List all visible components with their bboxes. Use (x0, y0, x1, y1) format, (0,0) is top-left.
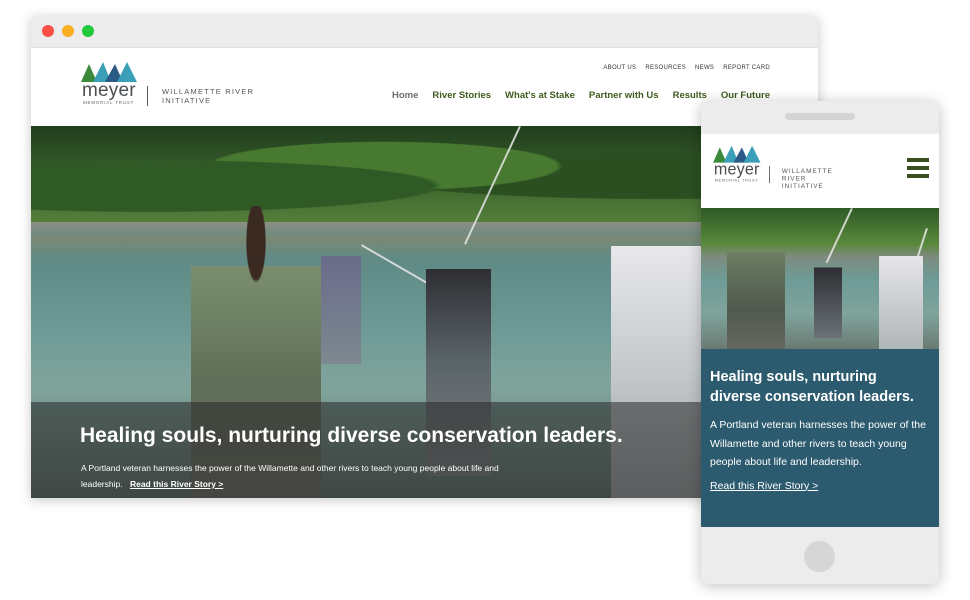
hero-person-figure (727, 238, 785, 349)
logo-initiative-label: WILLAMETTE RIVER INITIATIVE (782, 167, 849, 190)
nav-partner-with-us[interactable]: Partner with Us (589, 90, 659, 101)
site-header: meyer MEMORIAL TRUST WILLAMETTE RIVER IN… (31, 48, 818, 126)
main-nav: Home River Stories What's at Stake Partn… (392, 90, 770, 101)
logo-divider (147, 86, 148, 106)
phone-home-button[interactable] (804, 541, 835, 572)
logo-initiative-line1: WILLAMETTE RIVER (162, 87, 255, 96)
site-logo[interactable]: meyer MEMORIAL TRUST WILLAMETTE RIVER IN… (81, 60, 261, 110)
utility-nav-resources[interactable]: RESOURCES (645, 65, 686, 71)
fishing-rod-graphic (361, 244, 432, 286)
browser-title-bar (31, 16, 818, 48)
utility-nav-news[interactable]: NEWS (695, 65, 714, 71)
nav-home[interactable]: Home (392, 90, 418, 101)
hero-person-figure (814, 258, 842, 338)
logo-divider (769, 166, 770, 184)
fishing-rod-graphic (825, 208, 853, 264)
mobile-screen: meyer MEMORIAL TRUST WILLAMETTE RIVER IN… (701, 134, 939, 527)
hero-forest-image (31, 126, 818, 226)
mobile-story-title: Healing souls, nurturing diverse conserv… (710, 369, 914, 405)
minimize-window-button[interactable] (62, 25, 74, 37)
desktop-browser-window: meyer MEMORIAL TRUST WILLAMETTE RIVER IN… (31, 16, 818, 498)
hero-body: A Portland veteran harnesses the power o… (81, 460, 521, 492)
nav-whats-at-stake[interactable]: What's at Stake (505, 90, 575, 101)
hero-title: Healing souls, nurturing diverse conserv… (80, 424, 623, 447)
logo-trust-label: MEMORIAL TRUST (83, 100, 135, 105)
logo-trust-label: MEMORIAL TRUST (714, 178, 759, 183)
logo-initiative-line2: INITIATIVE (162, 96, 212, 105)
hamburger-menu-icon[interactable] (907, 158, 929, 178)
mobile-story-panel: Healing souls, nurturing diverse conserv… (701, 349, 939, 527)
meyer-logo-mark-icon (713, 145, 761, 163)
phone-speaker (785, 113, 855, 120)
utility-nav-about-us[interactable]: ABOUT US (603, 65, 636, 71)
nav-results[interactable]: Results (673, 90, 707, 101)
mobile-phone-frame: meyer MEMORIAL TRUST WILLAMETTE RIVER IN… (701, 101, 939, 584)
mobile-site-logo[interactable]: meyer MEMORIAL TRUST WILLAMETTE RIVER IN… (713, 144, 849, 190)
mobile-hero-image (701, 208, 939, 349)
logo-initiative-line2: INITIATIVE (781, 182, 824, 190)
mobile-header: meyer MEMORIAL TRUST WILLAMETTE RIVER IN… (701, 134, 939, 208)
meyer-logo-mark-icon (81, 62, 137, 82)
nav-our-future[interactable]: Our Future (721, 90, 770, 101)
logo-initiative-line1: WILLAMETTE RIVER (781, 166, 833, 183)
logo-initiative-label: WILLAMETTE RIVER INITIATIVE (162, 87, 254, 105)
nav-river-stories[interactable]: River Stories (432, 90, 491, 101)
hero-banner: Healing souls, nurturing diverse conserv… (31, 126, 818, 498)
close-window-button[interactable] (42, 25, 54, 37)
maximize-window-button[interactable] (82, 25, 94, 37)
logo-wordmark: meyer (713, 161, 760, 179)
logo-wordmark: meyer (82, 80, 136, 101)
hero-person-figure (321, 244, 361, 364)
mobile-read-river-story-link[interactable]: Read this River Story > (710, 480, 818, 492)
mockup-stage: meyer MEMORIAL TRUST WILLAMETTE RIVER IN… (0, 0, 970, 600)
utility-nav-report-card[interactable]: REPORT CARD (723, 65, 770, 71)
hero-person-figure (879, 243, 923, 349)
read-river-story-link[interactable]: Read this River Story > (130, 479, 223, 489)
mobile-story-body: A Portland veteran harnesses the power o… (710, 419, 926, 468)
utility-nav: ABOUT US RESOURCES NEWS REPORT CARD (603, 65, 770, 71)
